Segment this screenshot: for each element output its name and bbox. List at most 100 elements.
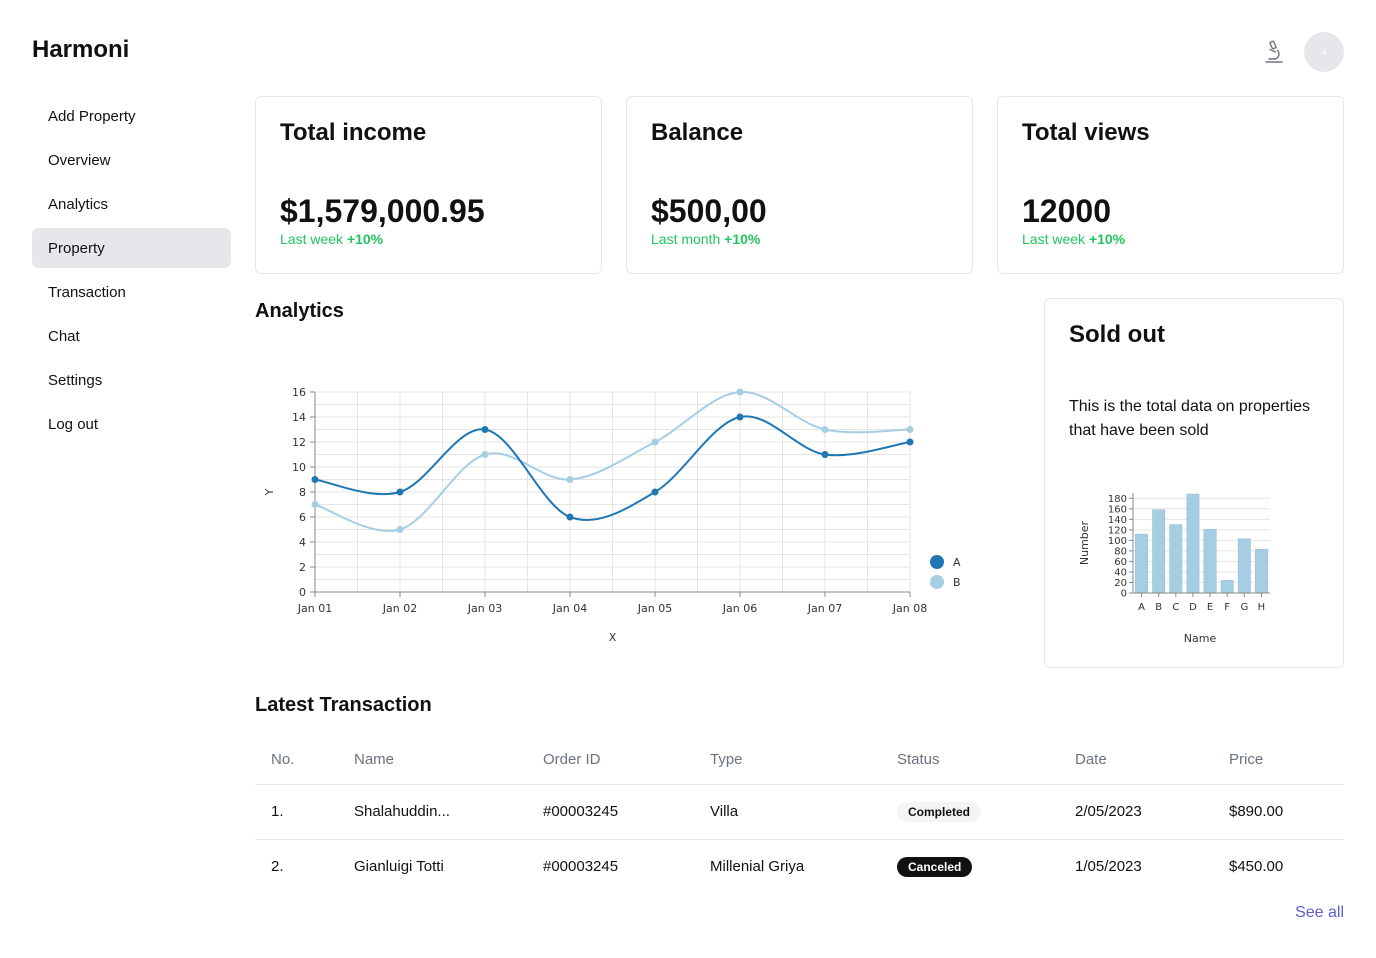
- cell-price: $890.00: [1213, 784, 1344, 840]
- cell-name: Shalahuddin...: [338, 784, 527, 840]
- x-axis-label: X: [609, 631, 617, 644]
- chart-grid: [314, 391, 911, 593]
- sold-out-title: Sold out: [1069, 321, 1165, 348]
- legend-label-b: B: [953, 576, 961, 589]
- data-point-a: [311, 476, 319, 483]
- y-tick-label: 180: [1108, 494, 1127, 505]
- y-tick-label: 120: [1108, 525, 1127, 536]
- data-point-a: [481, 426, 489, 433]
- see-all-link[interactable]: See all: [1295, 904, 1344, 922]
- x-tick-label: Jan 07: [807, 602, 842, 615]
- x-tick-label: G: [1240, 602, 1248, 613]
- y-tick-label: 60: [1114, 557, 1127, 568]
- card-value: $500,00: [651, 193, 767, 229]
- y-tick-label: 0: [299, 586, 306, 599]
- data-point-a: [906, 438, 914, 446]
- sidebar-item-transaction[interactable]: Transaction: [32, 272, 231, 312]
- sold-out-description: This is the total data on properties tha…: [1069, 398, 1311, 439]
- card-title: Total views: [1022, 119, 1150, 146]
- card-period: Last week: [1022, 231, 1086, 247]
- y-tick-label: 12: [292, 436, 306, 449]
- card-period: Last month: [651, 231, 721, 247]
- card-change-value: +10%: [346, 231, 384, 247]
- y-tick-label: 40: [1114, 567, 1127, 578]
- analytics-title: Analytics: [255, 300, 344, 322]
- column-header-type: Type: [694, 735, 881, 785]
- y-tick-label: 14: [292, 411, 306, 424]
- y-tick-label: 140: [1108, 515, 1127, 526]
- x-tick-label: Jan 05: [637, 602, 672, 615]
- x-tick-label: F: [1224, 602, 1230, 613]
- data-point-b: [311, 501, 319, 508]
- y-tick-label: 16: [292, 386, 306, 399]
- cell-order-id: #00003245: [527, 784, 694, 840]
- x-tick-label: E: [1207, 602, 1213, 613]
- data-point-a: [396, 488, 404, 496]
- bar-h: [1255, 549, 1268, 594]
- sidebar-item-settings[interactable]: Settings: [32, 360, 231, 400]
- latest-transaction-title: Latest Transaction: [255, 694, 432, 716]
- sidebar-item-analytics[interactable]: Analytics: [32, 184, 231, 224]
- card-change: Last month +10%: [651, 231, 760, 247]
- sidebar-item-log-out[interactable]: Log out: [32, 404, 231, 444]
- avatar[interactable]: [1304, 32, 1344, 72]
- sold-bar-chart: 020406080100120140160180 A B C D E F G H Name Numb…: [1078, 493, 1270, 645]
- data-point-a: [651, 488, 659, 496]
- column-header-date: Date: [1059, 735, 1213, 785]
- card-title: Balance: [651, 119, 744, 146]
- cell-date: 2/05/2023: [1059, 784, 1213, 840]
- table-row[interactable]: 1. Shalahuddin... #00003245 Villa Comple…: [255, 784, 1344, 840]
- table-row[interactable]: 2. Gianluigi Totti #00003245 Millenial G…: [255, 839, 1344, 894]
- data-point-b: [651, 438, 659, 446]
- y-tick-label: 6: [299, 511, 306, 524]
- data-point-a: [566, 513, 574, 521]
- x-tick-label: Jan 03: [467, 602, 502, 615]
- data-point-b: [906, 426, 914, 433]
- stat-cards: Total income $1,579,000.95 Last week +10…: [255, 96, 1344, 274]
- data-point-b: [396, 526, 404, 533]
- y-tick-label: 20: [1114, 578, 1127, 589]
- column-header-status: Status: [881, 735, 1059, 785]
- data-point-b: [821, 426, 829, 433]
- card-value: $1,579,000.95: [280, 193, 485, 229]
- x-tick-label: A: [1138, 602, 1145, 613]
- sidebar-item-chat[interactable]: Chat: [32, 316, 231, 356]
- column-header-order-id: Order ID: [527, 735, 694, 785]
- data-point-b: [566, 476, 574, 483]
- y-axis-label: Y: [263, 488, 276, 496]
- total-views-card: Total views 12000 Last week +10%: [997, 96, 1344, 274]
- card-value: 12000: [1022, 193, 1111, 229]
- cell-no: 1.: [255, 784, 338, 840]
- bar-b: [1152, 509, 1166, 594]
- analytics-line-chart: 0 2 4 6 8 10 12 14 16 Jan 01 Jan 02 Jan 03 Jan 04 Jan…: [263, 386, 961, 644]
- x-tick-label: B: [1155, 602, 1162, 613]
- bar-g: [1237, 538, 1251, 594]
- data-point-b: [736, 388, 744, 396]
- legend-label-a: A: [953, 556, 961, 569]
- column-header-no: No.: [255, 735, 338, 785]
- card-change: Last week +10%: [280, 231, 383, 247]
- cell-status: Canceled: [881, 839, 1059, 894]
- cell-type: Villa: [694, 784, 881, 840]
- sidebar-item-overview[interactable]: Overview: [32, 140, 231, 180]
- balance-card: Balance $500,00 Last month +10%: [626, 96, 973, 274]
- cell-no: 2.: [271, 858, 284, 876]
- status-badge: Completed: [897, 801, 982, 822]
- cell-name: Gianluigi Totti: [354, 858, 444, 876]
- bar-a: [1135, 533, 1148, 594]
- x-tick-label: Jan 06: [722, 602, 757, 615]
- microscope-icon[interactable]: [1262, 40, 1286, 64]
- cell-type: Millenial Griya: [710, 858, 805, 876]
- total-income-card: Total income $1,579,000.95 Last week +10…: [255, 96, 602, 274]
- card-change-value: +10%: [1088, 231, 1126, 247]
- x-axis-label: Name: [1184, 632, 1217, 645]
- y-tick-label: 10: [292, 461, 306, 474]
- status-badge: Canceled: [897, 856, 973, 877]
- x-tick-label: H: [1258, 602, 1266, 613]
- bar-e: [1203, 529, 1217, 594]
- sidebar-item-add-property[interactable]: Add Property: [32, 96, 231, 136]
- y-tick-label: 80: [1114, 546, 1127, 557]
- sidebar-item-property[interactable]: Property: [32, 228, 231, 268]
- data-point-b: [481, 451, 489, 458]
- y-tick-label: 0: [1121, 589, 1127, 600]
